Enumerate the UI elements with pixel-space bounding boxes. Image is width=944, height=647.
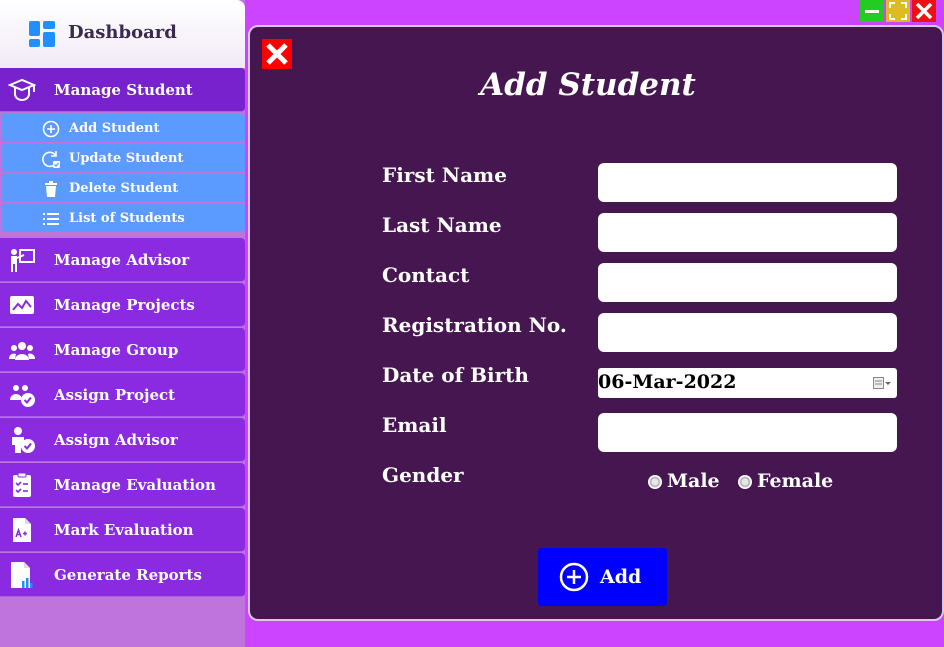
nav-label: Manage Student	[54, 81, 193, 99]
sub-update-student[interactable]: Update Student	[2, 144, 245, 172]
sub-label: List of Students	[69, 211, 185, 226]
panel-close-button[interactable]	[262, 39, 292, 69]
nav-assign-project[interactable]: Assign Project	[0, 373, 245, 417]
radio-dot	[648, 475, 662, 489]
grade-document-icon	[13, 518, 31, 542]
contact-label: Contact	[382, 263, 470, 287]
person-check-icon	[12, 427, 35, 453]
people-check-icon	[10, 385, 35, 407]
report-document-icon	[11, 562, 33, 588]
nav-manage-advisor[interactable]: Manage Advisor	[0, 238, 245, 282]
add-student-panel: Add Student First Name Last Name Contact…	[248, 25, 944, 621]
nav-label: Generate Reports	[54, 566, 202, 584]
sub-label: Update Student	[69, 151, 184, 166]
nav-label: Manage Group	[54, 341, 179, 359]
dashboard-icon	[29, 21, 55, 47]
nav-mark-evaluation[interactable]: Mark Evaluation	[0, 508, 245, 552]
plus-circle-icon	[42, 120, 60, 138]
first-name-label: First Name	[382, 163, 507, 187]
nav-label: Manage Evaluation	[54, 476, 216, 494]
maximize-icon	[889, 2, 907, 20]
dashboard-title: Dashboard	[68, 22, 177, 43]
contact-input[interactable]	[598, 263, 897, 302]
close-icon	[915, 2, 933, 20]
trash-icon	[45, 181, 57, 197]
registration-input[interactable]	[598, 313, 897, 352]
nav-manage-student[interactable]: Manage Student	[0, 68, 245, 112]
radio-dot	[738, 475, 752, 489]
first-name-input[interactable]	[598, 163, 897, 202]
last-name-label: Last Name	[382, 213, 502, 237]
sub-delete-student[interactable]: Delete Student	[2, 174, 245, 202]
chart-image-icon	[10, 296, 34, 314]
teacher-board-icon	[11, 249, 35, 272]
clipboard-check-icon	[13, 472, 31, 497]
nav-label: Manage Advisor	[54, 251, 190, 269]
nav-generate-reports[interactable]: Generate Reports	[0, 553, 245, 597]
nav-manage-evaluation[interactable]: Manage Evaluation	[0, 463, 245, 507]
dob-date-picker[interactable]: 06-Mar-2022	[598, 368, 897, 398]
sub-label: Delete Student	[69, 181, 179, 196]
maximize-button[interactable]	[886, 0, 910, 22]
sub-add-student[interactable]: Add Student	[2, 114, 245, 142]
add-student-button[interactable]: Add	[538, 548, 667, 606]
nav-manage-projects[interactable]: Manage Projects	[0, 283, 245, 327]
minimize-icon	[865, 10, 879, 13]
registration-label: Registration No.	[382, 313, 567, 337]
nav-label: Manage Projects	[54, 296, 195, 314]
nav-label: Assign Advisor	[54, 431, 178, 449]
graduate-icon	[8, 78, 36, 101]
page-title: Add Student	[480, 67, 696, 103]
list-icon	[43, 213, 59, 225]
email-label: Email	[382, 413, 447, 437]
last-name-input[interactable]	[598, 213, 897, 252]
dashboard-header[interactable]: Dashboard	[0, 0, 245, 68]
dob-label: Date of Birth	[382, 363, 529, 387]
window-close-button[interactable]	[912, 0, 936, 22]
refresh-check-icon	[42, 151, 60, 168]
nav-label: Assign Project	[54, 386, 176, 404]
plus-circle-icon	[559, 562, 589, 592]
dob-value: 06-Mar-2022	[598, 371, 737, 393]
gender-label: Gender	[382, 463, 464, 487]
nav-manage-group[interactable]: Manage Group	[0, 328, 245, 372]
sidebar: Dashboard Manage Student Add Student Upd…	[0, 0, 245, 647]
close-icon	[262, 39, 292, 69]
radio-label: Male	[667, 470, 720, 492]
calendar-dropdown-icon[interactable]	[873, 376, 891, 390]
sub-list-students[interactable]: List of Students	[2, 204, 245, 232]
add-button-label: Add	[600, 566, 642, 588]
nav-assign-advisor[interactable]: Assign Advisor	[0, 418, 245, 462]
sub-label: Add Student	[69, 121, 160, 136]
minimize-button[interactable]	[860, 0, 884, 22]
email-input[interactable]	[598, 413, 897, 452]
radio-label: Female	[757, 470, 834, 492]
nav-label: Mark Evaluation	[54, 521, 194, 539]
group-icon	[8, 342, 36, 360]
